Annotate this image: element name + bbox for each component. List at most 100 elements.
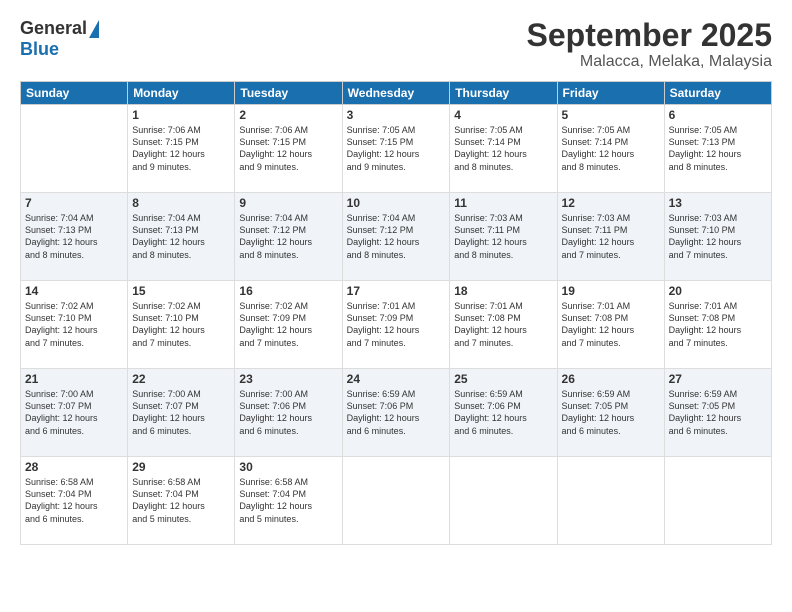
- table-row: 9Sunrise: 7:04 AM Sunset: 7:12 PM Daylig…: [235, 193, 342, 281]
- table-row: 26 Sunrise: 6:59 AM Sunset: 7:05 PM Dayli…: [557, 369, 664, 457]
- table-row: 29 Sunrise: 6:58 AM Sunset: 7:04 PM Dayli…: [128, 457, 235, 545]
- title-area: September 2025 Malacca, Melaka, Malaysia: [527, 18, 772, 71]
- table-row: 6 Sunrise: 7:05 AM Sunset: 7:13 PM Daylig…: [664, 105, 771, 193]
- table-row: 30 Sunrise: 6:58 AM Sunset: 7:04 PM Dayli…: [235, 457, 342, 545]
- logo-text: General: [20, 18, 99, 39]
- table-row: 24Sunrise: 6:59 AM Sunset: 7:06 PM Dayli…: [342, 369, 450, 457]
- day-info: Sunrise: 7:05 AM Sunset: 7:13 PM Dayligh…: [669, 124, 767, 173]
- day-number: 18: [454, 284, 552, 298]
- day-number: 4: [454, 108, 552, 122]
- table-row: 8 Sunrise: 7:04 AM Sunset: 7:13 PM Daylig…: [128, 193, 235, 281]
- day-number: 30: [239, 460, 337, 474]
- day-info: Sunrise: 7:01 AM Sunset: 7:08 PM Dayligh…: [454, 300, 552, 349]
- location-subtitle: Malacca, Melaka, Malaysia: [527, 53, 772, 71]
- day-info: Sunrise: 7:03 AM Sunset: 7:11 PM Dayligh…: [562, 212, 660, 261]
- header-sunday: Sunday: [21, 82, 128, 105]
- day-info: Sunrise: 7:01 AM Sunset: 7:09 PM Dayligh…: [347, 300, 446, 349]
- table-row: 1 Sunrise: 7:06 AM Sunset: 7:15 PM Daylig…: [128, 105, 235, 193]
- table-row: [450, 457, 557, 545]
- header-wednesday: Wednesday: [342, 82, 450, 105]
- table-row: 10Sunrise: 7:04 AM Sunset: 7:12 PM Dayli…: [342, 193, 450, 281]
- day-info: Sunrise: 7:05 AM Sunset: 7:14 PM Dayligh…: [454, 124, 552, 173]
- day-number: 19: [562, 284, 660, 298]
- day-number: 7: [25, 196, 123, 210]
- table-row: 5Sunrise: 7:05 AM Sunset: 7:14 PM Daylig…: [557, 105, 664, 193]
- table-row: 4 Sunrise: 7:05 AM Sunset: 7:14 PM Daylig…: [450, 105, 557, 193]
- day-number: 8: [132, 196, 230, 210]
- table-row: 13 Sunrise: 7:03 AM Sunset: 7:10 PM Dayli…: [664, 193, 771, 281]
- day-number: 13: [669, 196, 767, 210]
- calendar-header-row: Sunday Monday Tuesday Wednesday Thursday…: [21, 82, 772, 105]
- day-info: Sunrise: 6:59 AM Sunset: 7:06 PM Dayligh…: [454, 388, 552, 437]
- day-info: Sunrise: 7:03 AM Sunset: 7:10 PM Dayligh…: [669, 212, 767, 261]
- table-row: 19 Sunrise: 7:01 AM Sunset: 7:08 PM Dayli…: [557, 281, 664, 369]
- day-number: 21: [25, 372, 123, 386]
- day-info: Sunrise: 7:00 AM Sunset: 7:07 PM Dayligh…: [25, 388, 123, 437]
- day-info: Sunrise: 7:00 AM Sunset: 7:07 PM Dayligh…: [132, 388, 230, 437]
- day-number: 25: [454, 372, 552, 386]
- day-info: Sunrise: 7:04 AM Sunset: 7:12 PM Dayligh…: [239, 212, 337, 261]
- day-number: 12: [562, 196, 660, 210]
- header: General Blue September 2025 Malacca, Mel…: [20, 18, 772, 71]
- day-number: 10: [347, 196, 446, 210]
- logo-triangle-icon: [89, 20, 99, 38]
- day-info: Sunrise: 7:05 AM Sunset: 7:14 PM Dayligh…: [562, 124, 660, 173]
- day-number: 28: [25, 460, 123, 474]
- table-row: [664, 457, 771, 545]
- day-number: 2: [239, 108, 337, 122]
- day-number: 3: [347, 108, 446, 122]
- header-monday: Monday: [128, 82, 235, 105]
- table-row: [342, 457, 450, 545]
- day-number: 27: [669, 372, 767, 386]
- day-number: 22: [132, 372, 230, 386]
- table-row: 21 Sunrise: 7:00 AM Sunset: 7:07 PM Dayli…: [21, 369, 128, 457]
- day-number: 17: [347, 284, 446, 298]
- table-row: 15Sunrise: 7:02 AM Sunset: 7:10 PM Dayli…: [128, 281, 235, 369]
- day-info: Sunrise: 7:06 AM Sunset: 7:15 PM Dayligh…: [132, 124, 230, 173]
- day-info: Sunrise: 7:03 AM Sunset: 7:11 PM Dayligh…: [454, 212, 552, 261]
- day-number: 23: [239, 372, 337, 386]
- day-info: Sunrise: 7:04 AM Sunset: 7:13 PM Dayligh…: [25, 212, 123, 261]
- table-row: 16 Sunrise: 7:02 AM Sunset: 7:09 PM Dayli…: [235, 281, 342, 369]
- table-row: 7 Sunrise: 7:04 AM Sunset: 7:13 PM Daylig…: [21, 193, 128, 281]
- day-info: Sunrise: 7:04 AM Sunset: 7:13 PM Dayligh…: [132, 212, 230, 261]
- day-info: Sunrise: 6:59 AM Sunset: 7:05 PM Dayligh…: [562, 388, 660, 437]
- logo-blue: Blue: [20, 39, 59, 60]
- day-number: 20: [669, 284, 767, 298]
- table-row: 25 Sunrise: 6:59 AM Sunset: 7:06 PM Dayli…: [450, 369, 557, 457]
- header-saturday: Saturday: [664, 82, 771, 105]
- table-row: 12 Sunrise: 7:03 AM Sunset: 7:11 PM Dayli…: [557, 193, 664, 281]
- calendar-table: Sunday Monday Tuesday Wednesday Thursday…: [20, 81, 772, 545]
- day-info: Sunrise: 6:58 AM Sunset: 7:04 PM Dayligh…: [25, 476, 123, 525]
- table-row: 14Sunrise: 7:02 AM Sunset: 7:10 PM Dayli…: [21, 281, 128, 369]
- table-row: 28 Sunrise: 6:58 AM Sunset: 7:04 PM Dayli…: [21, 457, 128, 545]
- day-number: 6: [669, 108, 767, 122]
- day-number: 26: [562, 372, 660, 386]
- day-info: Sunrise: 7:06 AM Sunset: 7:15 PM Dayligh…: [239, 124, 337, 173]
- day-info: Sunrise: 7:02 AM Sunset: 7:09 PM Dayligh…: [239, 300, 337, 349]
- table-row: [557, 457, 664, 545]
- day-info: Sunrise: 6:58 AM Sunset: 7:04 PM Dayligh…: [132, 476, 230, 525]
- table-row: 23 Sunrise: 7:00 AM Sunset: 7:06 PM Dayli…: [235, 369, 342, 457]
- logo: General Blue: [20, 18, 99, 60]
- table-row: 11 Sunrise: 7:03 AM Sunset: 7:11 PM Dayli…: [450, 193, 557, 281]
- day-number: 16: [239, 284, 337, 298]
- day-number: 24: [347, 372, 446, 386]
- table-row: 17 Sunrise: 7:01 AM Sunset: 7:09 PM Dayli…: [342, 281, 450, 369]
- logo-general: General: [20, 18, 87, 39]
- table-row: 20 Sunrise: 7:01 AM Sunset: 7:08 PM Dayli…: [664, 281, 771, 369]
- table-row: 22 Sunrise: 7:00 AM Sunset: 7:07 PM Dayli…: [128, 369, 235, 457]
- table-row: 3Sunrise: 7:05 AM Sunset: 7:15 PM Daylig…: [342, 105, 450, 193]
- day-number: 29: [132, 460, 230, 474]
- day-info: Sunrise: 6:59 AM Sunset: 7:05 PM Dayligh…: [669, 388, 767, 437]
- day-info: Sunrise: 7:02 AM Sunset: 7:10 PM Dayligh…: [25, 300, 123, 349]
- header-thursday: Thursday: [450, 82, 557, 105]
- day-number: 11: [454, 196, 552, 210]
- day-number: 1: [132, 108, 230, 122]
- day-info: Sunrise: 7:00 AM Sunset: 7:06 PM Dayligh…: [239, 388, 337, 437]
- day-info: Sunrise: 7:02 AM Sunset: 7:10 PM Dayligh…: [132, 300, 230, 349]
- day-info: Sunrise: 7:01 AM Sunset: 7:08 PM Dayligh…: [562, 300, 660, 349]
- day-info: Sunrise: 6:58 AM Sunset: 7:04 PM Dayligh…: [239, 476, 337, 525]
- day-info: Sunrise: 7:01 AM Sunset: 7:08 PM Dayligh…: [669, 300, 767, 349]
- table-row: 2 Sunrise: 7:06 AM Sunset: 7:15 PM Daylig…: [235, 105, 342, 193]
